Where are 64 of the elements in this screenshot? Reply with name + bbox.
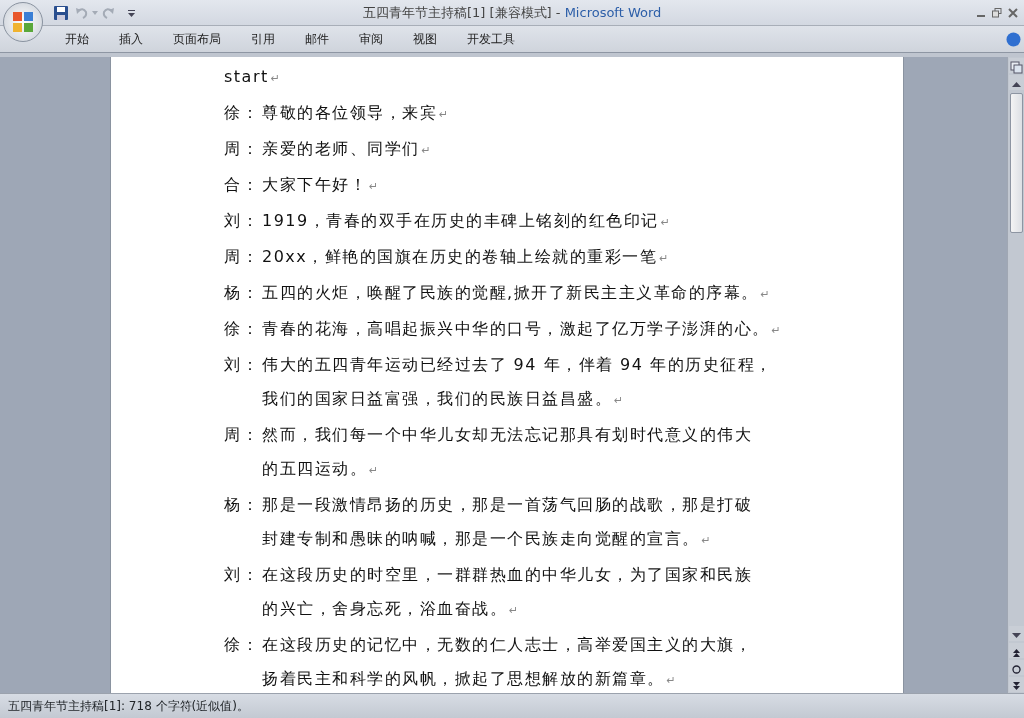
speaker-label: 周： — [224, 138, 260, 160]
paragraph-line: 在这段历史的时空里，一群群热血的中华儿女，为了国家和民族 — [262, 564, 752, 586]
paragraph-line: 在这段历史的记忆中，无数的仁人志士，高举爱国主义的大旗， — [262, 634, 752, 656]
previous-page-icon[interactable] — [1008, 643, 1024, 658]
paragraph-line: 20xx，鲜艳的国旗在历史的卷轴上绘就的重彩一笔↵ — [262, 246, 670, 268]
paragraph-mark: ↵ — [509, 604, 520, 617]
speaker-label: 刘： — [224, 354, 260, 376]
paragraph-line: 伟大的五四青年运动已经过去了 94 年，伴着 94 年的历史征程， — [262, 354, 773, 376]
vertical-scrollbar[interactable] — [1007, 57, 1024, 693]
ruler-toggle-icon[interactable] — [1008, 58, 1024, 73]
ribbon-tab[interactable]: 开始 — [50, 30, 104, 48]
status-text: 五四青年节主持稿[1]: 718 个字符(近似值)。 — [7, 698, 249, 715]
paragraph-mark: ↵ — [771, 324, 783, 337]
office-button[interactable] — [3, 2, 43, 42]
ribbon-tab[interactable]: 引用 — [236, 30, 290, 48]
paragraph-line: 五四的火炬，唤醒了民族的觉醒,掀开了新民主主义革命的序幕。↵ — [262, 282, 772, 304]
paragraph-line: start↵ — [224, 66, 282, 88]
ribbon-tab[interactable]: 视图 — [398, 30, 452, 48]
paragraph-mark: ↵ — [439, 108, 450, 121]
scroll-up-icon[interactable] — [1008, 75, 1024, 90]
speaker-label: 合： — [224, 174, 260, 196]
speaker-label: 刘： — [224, 210, 260, 232]
ribbon-tab[interactable]: 页面布局 — [158, 30, 236, 48]
paragraph-line: 大家下午好！↵ — [262, 174, 380, 196]
speaker-label: 杨： — [224, 494, 260, 516]
paragraph-line: 的五四运动。↵ — [262, 458, 381, 480]
speaker-label: 周： — [224, 424, 260, 446]
scroll-thumb[interactable] — [1009, 93, 1023, 233]
speaker-label: 徐： — [224, 634, 260, 656]
speaker-label: 徐： — [224, 318, 260, 340]
paragraph-mark: ↵ — [660, 216, 672, 229]
speaker-label: 杨： — [224, 282, 260, 304]
speaker-label: 刘： — [224, 564, 260, 586]
paragraph-mark: ↵ — [614, 394, 625, 407]
ribbon-tab[interactable]: 邮件 — [290, 30, 344, 48]
ribbon-tab[interactable]: 插入 — [104, 30, 158, 48]
paragraph-mark: ↵ — [270, 72, 282, 85]
paragraph-mark: ↵ — [369, 180, 380, 193]
next-page-icon[interactable] — [1008, 677, 1024, 692]
paragraph-line: 1919，青春的双手在历史的丰碑上铭刻的红色印记↵ — [262, 210, 672, 232]
close-icon[interactable] — [1008, 7, 1018, 18]
paragraph-line: 亲爱的老师、同学们↵ — [262, 138, 433, 160]
paragraph-mark: ↵ — [666, 674, 678, 687]
ribbon-tab[interactable]: 审阅 — [344, 30, 398, 48]
window-title: 五四青年节主持稿[1] [兼容模式] - Microsoft Word — [363, 3, 662, 22]
paragraph-line: 然而，我们每一个中华儿女却无法忘记那具有划时代意义的伟大 — [262, 424, 752, 446]
paragraph-mark: ↵ — [369, 464, 380, 477]
paragraph-line: 扬着民主和科学的风帆，掀起了思想解放的新篇章。↵ — [262, 668, 679, 690]
speaker-label: 徐： — [224, 102, 260, 124]
scroll-down-icon[interactable] — [1008, 626, 1024, 641]
paragraph-line: 的兴亡，舍身忘死，浴血奋战。↵ — [262, 598, 521, 620]
speaker-label: 周： — [224, 246, 260, 268]
paragraph-line: 青春的花海，高唱起振兴中华的口号，激起了亿万学子澎湃的心。↵ — [262, 318, 783, 340]
ribbon-tab[interactable]: 开发工具 — [452, 30, 530, 48]
paragraph-line: 我们的国家日益富强，我们的民族日益昌盛。↵ — [262, 388, 626, 410]
paragraph-mark: ↵ — [701, 534, 713, 547]
restore-icon[interactable] — [992, 7, 1002, 18]
paragraph-line: 尊敬的各位领导，来宾↵ — [262, 102, 450, 124]
paragraph-mark: ↵ — [421, 144, 433, 157]
paragraph-mark: ↵ — [760, 288, 772, 301]
paragraph-line: 那是一段激情昂扬的历史，那是一首荡气回肠的战歌，那是打破 — [262, 494, 752, 516]
browse-object-icon[interactable] — [1008, 660, 1024, 675]
paragraph-mark: ↵ — [659, 252, 670, 265]
paragraph-line: 封建专制和愚昧的呐喊，那是一个民族走向觉醒的宣言。↵ — [262, 528, 714, 550]
